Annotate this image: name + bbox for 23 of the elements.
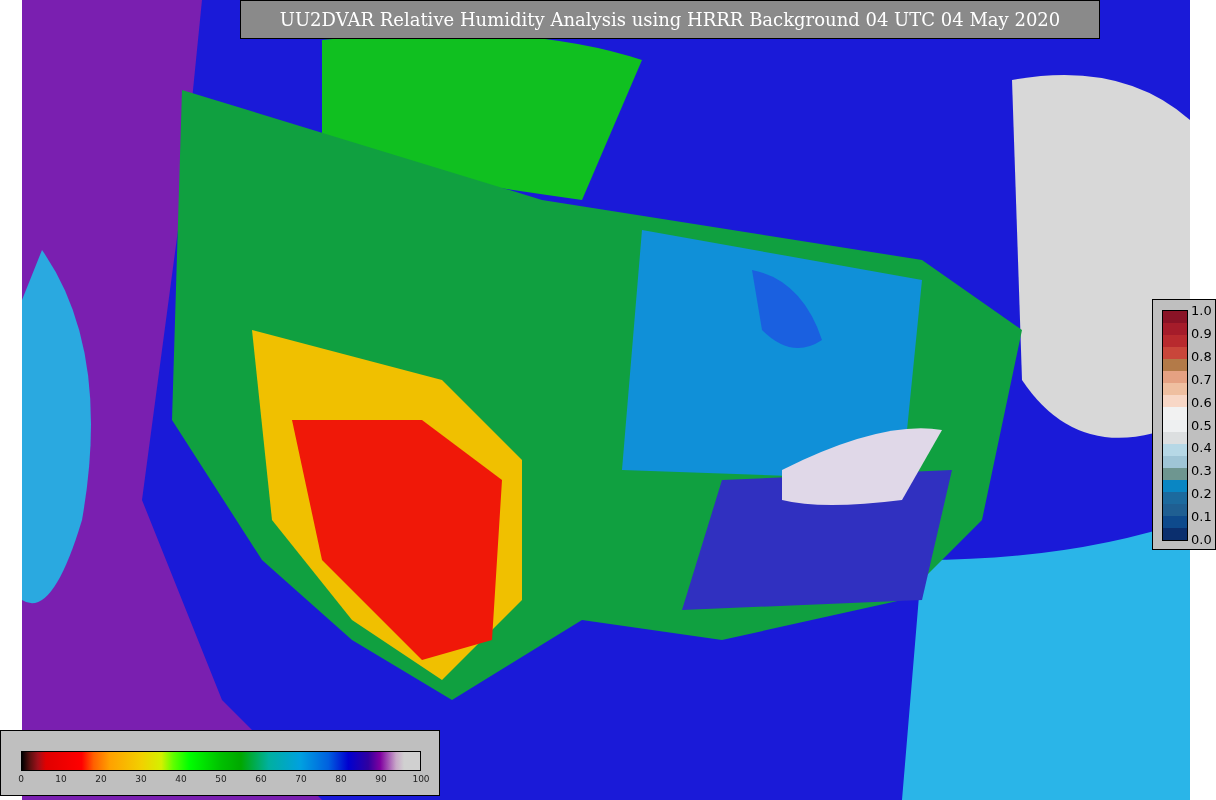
colorbar-label: 80	[335, 775, 347, 784]
colorbar-label: 0.6	[1191, 395, 1212, 409]
colorbar-label: 0.3	[1191, 463, 1212, 477]
colorbar-label: 0.8	[1191, 349, 1212, 363]
colorbar-label: 10	[55, 775, 67, 784]
colorbar-label: 0.0	[1191, 532, 1212, 546]
colorbar-label: 50	[215, 775, 227, 784]
colorbar-label: 0	[18, 775, 24, 784]
colorbar-label: 0.5	[1191, 418, 1212, 431]
colorbar-label: 40	[175, 775, 187, 784]
colorbar-label: 1.0	[1191, 303, 1212, 317]
map-title: UU2DVAR Relative Humidity Analysis using HRRR Background 04 UTC 04 May 2020	[240, 0, 1100, 39]
colorbar-label: 0.4	[1191, 440, 1212, 454]
colorbar-label: 60	[255, 775, 267, 784]
colorbar-label: 90	[375, 775, 387, 784]
colorbar-label: 0.1	[1191, 509, 1212, 523]
colorbar-label: 100	[412, 775, 430, 784]
colorbar-label: 0.7	[1191, 372, 1212, 386]
colorbar-label: 0.2	[1191, 486, 1212, 500]
colorbar-label: 70	[295, 775, 307, 784]
colorbar-label: 20	[95, 775, 107, 784]
colorbar-label: 0.9	[1191, 326, 1212, 340]
colorbar-label: 30	[135, 775, 147, 784]
